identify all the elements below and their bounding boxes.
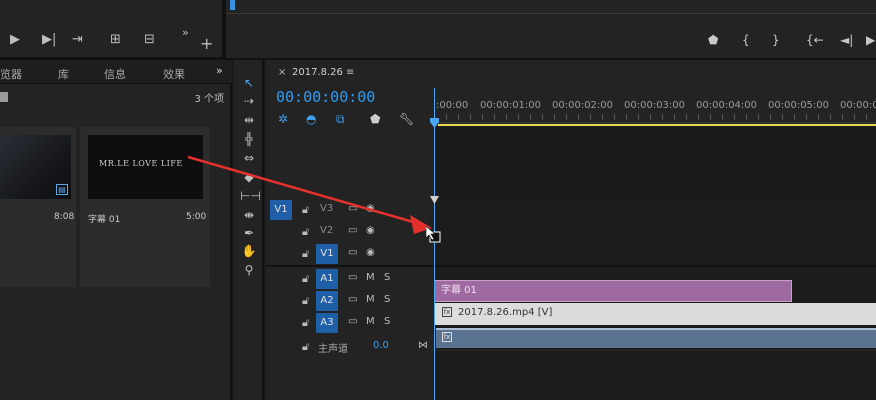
drag-cursor-icon — [426, 226, 441, 243]
drag-arrow-annotation — [187, 155, 432, 234]
